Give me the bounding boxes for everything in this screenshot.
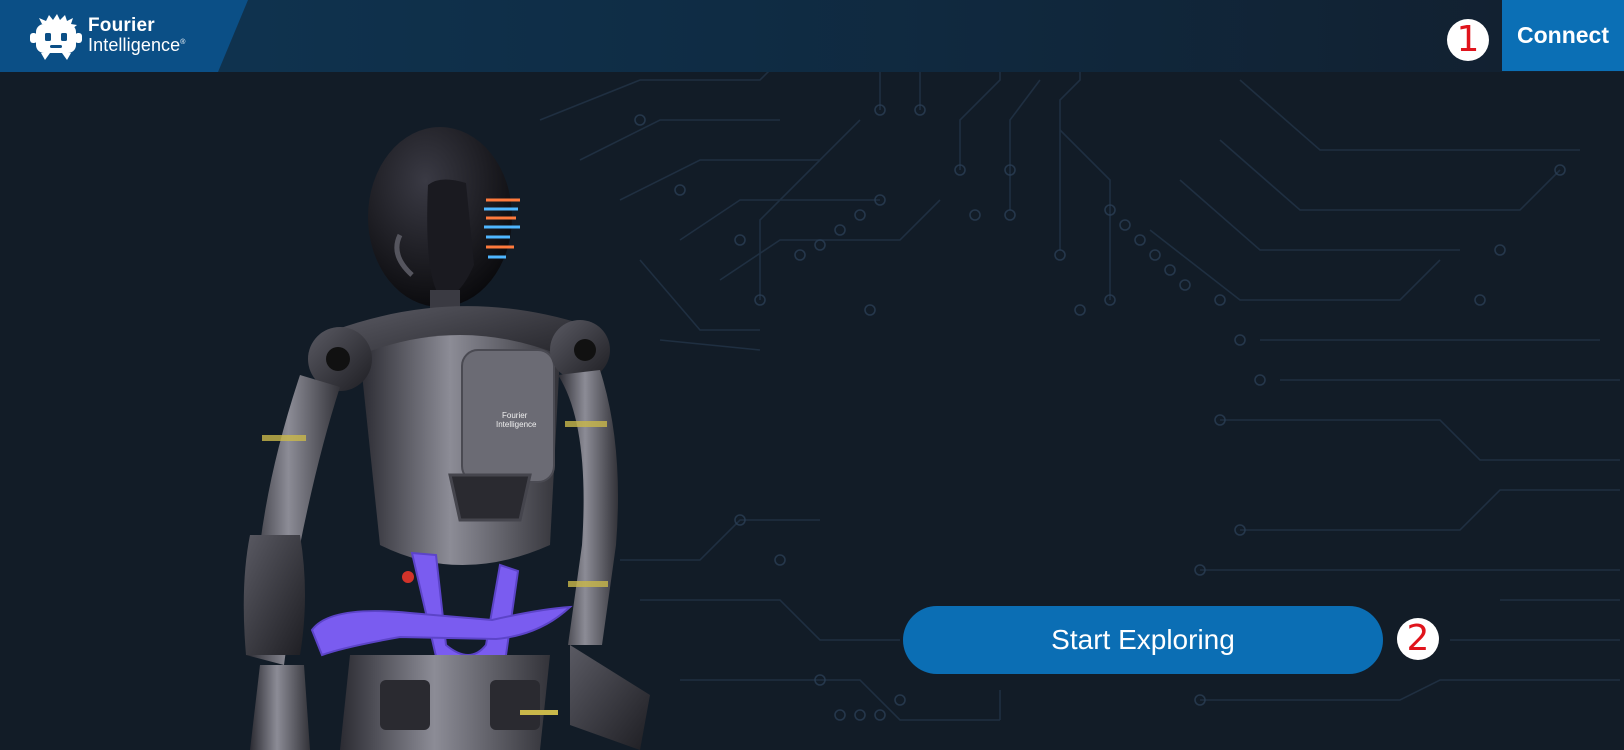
robot-chest-logo-line-2: Intelligence [496, 420, 537, 429]
annotation-marker-1: 1 [1447, 19, 1489, 61]
fourier-logo-icon [30, 14, 82, 60]
connect-button[interactable]: Connect [1502, 0, 1624, 71]
trademark-mark: ® [180, 39, 186, 46]
logo-line-2-text: Intelligence [88, 35, 181, 55]
humanoid-robot-illustration: Fourier Intelligence [243, 127, 650, 750]
start-exploring-button[interactable]: Start Exploring [903, 606, 1383, 674]
logo-wordmark: Fourier Intelligence® [88, 16, 186, 54]
logo-line-1: Fourier [88, 15, 155, 36]
header-bar: Fourier Intelligence® Connect [0, 0, 1624, 72]
robot-chest-logo-line-1: Fourier [502, 411, 528, 420]
logo-block: Fourier Intelligence® [0, 0, 248, 72]
annotation-marker-2: 2 [1397, 618, 1439, 660]
logo-line-2: Intelligence® [88, 36, 186, 54]
robot-head [368, 127, 520, 307]
